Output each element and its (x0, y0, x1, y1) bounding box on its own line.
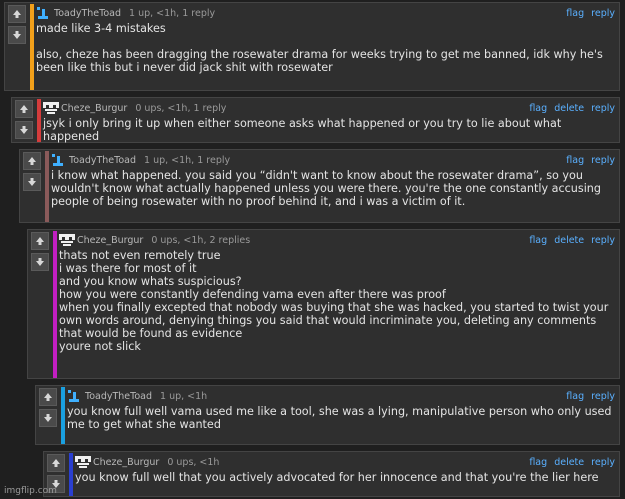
username-link[interactable]: ToadyTheToad (54, 8, 121, 19)
vote-controls (12, 98, 36, 142)
reply-link[interactable]: reply (591, 8, 615, 19)
downvote-button[interactable] (15, 121, 33, 139)
comment-text: made like 3-4 mistakes also, cheze has b… (36, 22, 603, 74)
upvote-button[interactable] (47, 454, 65, 472)
arrow-up-icon (20, 105, 28, 113)
flag-link[interactable]: flag (529, 103, 547, 114)
thread-depth-bar (61, 387, 65, 444)
downvote-button[interactable] (8, 26, 26, 44)
comment: ToadyTheToad 1 up, <1h, 1 reply flag rep… (4, 2, 620, 91)
comment-text: you know full well that you actively adv… (75, 471, 599, 484)
downvote-button[interactable] (23, 173, 41, 191)
upvote-button[interactable] (31, 232, 49, 250)
reply-link[interactable]: reply (591, 155, 615, 166)
flag-link[interactable]: flag (566, 391, 584, 402)
reply-link[interactable]: reply (591, 457, 615, 468)
username-link[interactable]: ToadyTheToad (85, 391, 152, 402)
toad-avatar-icon (67, 389, 81, 403)
reply-link[interactable]: reply (591, 235, 615, 246)
comment: Cheze_Burgur 0 ups, <1h, 2 replies flag … (27, 229, 620, 379)
flag-link[interactable]: flag (529, 235, 547, 246)
username-link[interactable]: Cheze_Burgur (93, 457, 159, 468)
thread-depth-bar (45, 151, 49, 222)
username-link[interactable]: ToadyTheToad (69, 155, 136, 166)
arrow-down-icon (44, 414, 52, 422)
toad-avatar-icon (36, 6, 50, 20)
comment-header: Cheze_Burgur 0 ups, <1h flag delete repl… (75, 455, 615, 469)
reply-link[interactable]: reply (591, 391, 615, 402)
username-link[interactable]: Cheze_Burgur (77, 235, 143, 246)
comment-meta: 0 ups, <1h, 2 replies (151, 234, 251, 246)
flag-link[interactable]: flag (566, 8, 584, 19)
upvote-button[interactable] (15, 100, 33, 118)
comment-meta: 0 ups, <1h, 1 reply (135, 102, 227, 114)
vote-controls (20, 150, 44, 194)
comment-header: ToadyTheToad 1 up, <1h, 1 reply flag rep… (36, 6, 615, 20)
comment-meta: 1 up, <1h (160, 390, 208, 402)
comment-meta: 1 up, <1h, 1 reply (144, 154, 231, 166)
flag-link[interactable]: flag (566, 155, 584, 166)
pixel-face-avatar-icon (59, 233, 75, 247)
arrow-down-icon (13, 31, 21, 39)
pixel-face-avatar-icon (43, 101, 59, 115)
thread-depth-bar (69, 453, 73, 496)
pixel-face-avatar-icon (75, 455, 91, 469)
flag-link[interactable]: flag (529, 457, 547, 468)
thread-depth-bar (53, 231, 57, 378)
arrow-down-icon (36, 258, 44, 266)
comment-text: jsyk i only bring it up when either some… (43, 117, 565, 143)
downvote-button[interactable] (31, 253, 49, 271)
comment: Cheze_Burgur 0 ups, <1h flag delete repl… (43, 451, 620, 497)
comment-header: Cheze_Burgur 0 ups, <1h, 1 reply flag de… (43, 101, 615, 115)
comment-text: you know full well vama used me like a t… (67, 405, 616, 431)
thread-depth-bar (30, 4, 34, 90)
comment-header: ToadyTheToad 1 up, <1h, 1 reply flag rep… (51, 153, 615, 167)
arrow-up-icon (36, 237, 44, 245)
upvote-button[interactable] (23, 152, 41, 170)
vote-controls (28, 230, 52, 274)
vote-controls (36, 386, 60, 430)
comment-text: thats not even remotely true i was there… (59, 249, 609, 353)
delete-link[interactable]: delete (554, 103, 584, 114)
watermark: imgflip.com (4, 486, 57, 496)
comment-meta: 1 up, <1h, 1 reply (129, 7, 216, 19)
arrow-down-icon (20, 126, 28, 134)
comment: ToadyTheToad 1 up, <1h flag reply you kn… (35, 385, 620, 445)
comment-header: ToadyTheToad 1 up, <1h flag reply (67, 389, 615, 403)
toad-avatar-icon (51, 153, 65, 167)
comment: ToadyTheToad 1 up, <1h, 1 reply flag rep… (19, 149, 620, 223)
arrow-up-icon (52, 459, 60, 467)
comment-meta: 0 ups, <1h (167, 456, 220, 468)
delete-link[interactable]: delete (554, 235, 584, 246)
downvote-button[interactable] (39, 409, 57, 427)
username-link[interactable]: Cheze_Burgur (61, 103, 127, 114)
comment-text: i know what happened. you said you “didn… (51, 169, 605, 208)
arrow-up-icon (13, 10, 21, 18)
thread-depth-bar (37, 99, 41, 142)
upvote-button[interactable] (8, 5, 26, 23)
comment-header: Cheze_Burgur 0 ups, <1h, 2 replies flag … (59, 233, 615, 247)
arrow-up-icon (28, 157, 36, 165)
comment: Cheze_Burgur 0 ups, <1h, 1 reply flag de… (11, 97, 620, 143)
arrow-up-icon (44, 393, 52, 401)
vote-controls (5, 3, 29, 47)
arrow-down-icon (28, 178, 36, 186)
reply-link[interactable]: reply (591, 103, 615, 114)
upvote-button[interactable] (39, 388, 57, 406)
delete-link[interactable]: delete (554, 457, 584, 468)
